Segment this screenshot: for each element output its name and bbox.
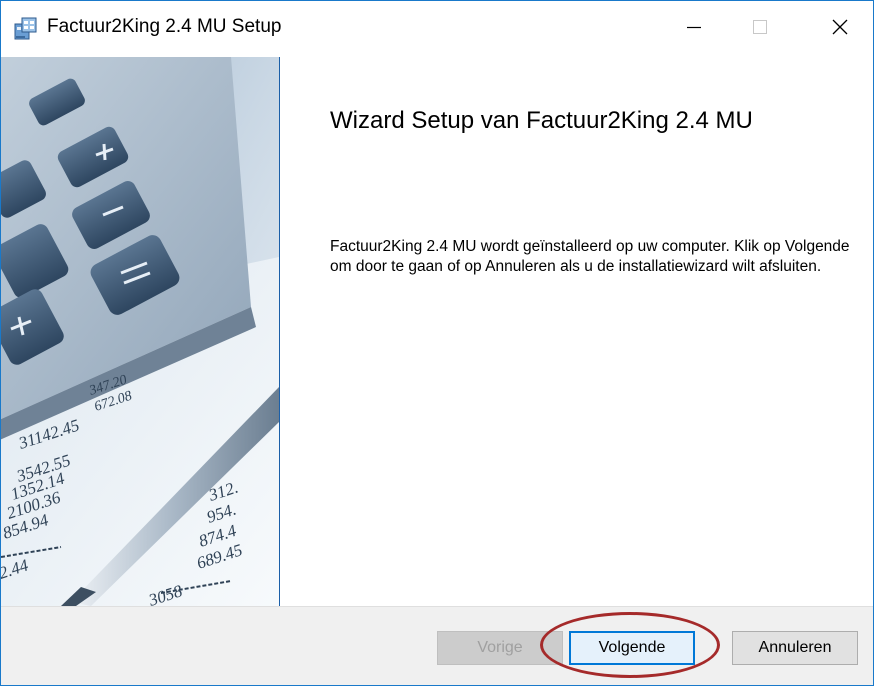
- wizard-banner-image: 31142.45 3542.55 1352.14 2100.36 854.94 …: [1, 57, 280, 606]
- window-title: Factuur2King 2.4 MU Setup: [47, 16, 282, 37]
- next-button[interactable]: Volgende: [569, 631, 695, 665]
- maximize-icon: [750, 17, 770, 42]
- wizard-description: Factuur2King 2.4 MU wordt geïnstalleerd …: [330, 238, 850, 275]
- close-button[interactable]: [807, 1, 873, 57]
- installer-icon: [13, 15, 39, 41]
- back-button[interactable]: Vorige: [437, 631, 563, 665]
- minimize-button[interactable]: [661, 1, 727, 57]
- maximize-button[interactable]: [727, 1, 793, 57]
- title-bar[interactable]: Factuur2King 2.4 MU Setup: [1, 1, 873, 57]
- close-icon: [830, 17, 850, 42]
- setup-window: Factuur2King 2.4 MU Setup 31142.45 3542.…: [0, 0, 874, 686]
- wizard-heading: Wizard Setup van Factuur2King 2.4 MU: [330, 107, 753, 134]
- welcome-panel: Wizard Setup van Factuur2King 2.4 MU Fac…: [280, 57, 873, 606]
- button-bar: Vorige Volgende Annuleren: [1, 606, 873, 685]
- minimize-icon: [684, 17, 704, 42]
- cancel-button[interactable]: Annuleren: [732, 631, 858, 665]
